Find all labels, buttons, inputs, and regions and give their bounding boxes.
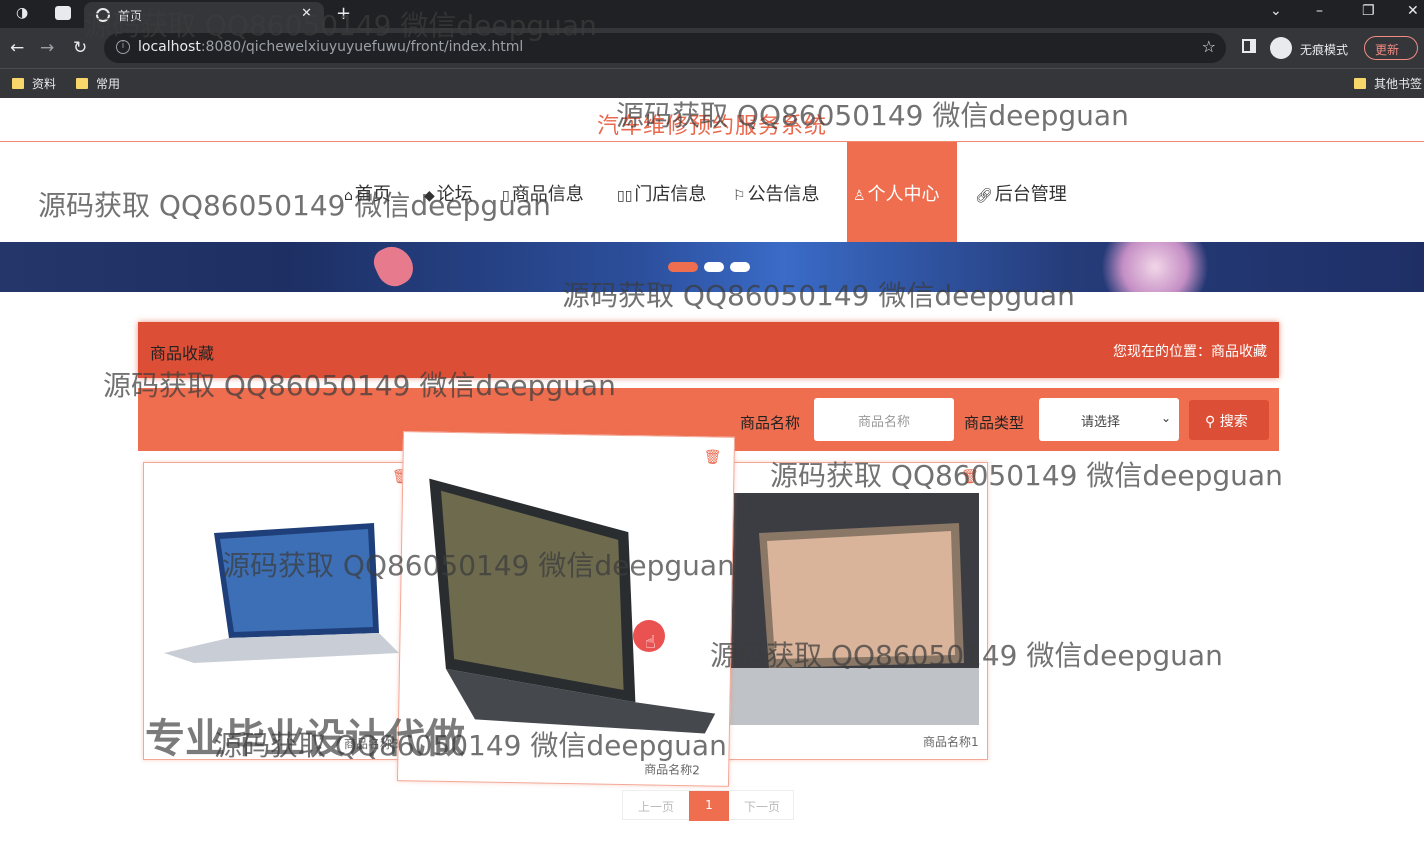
- search-icon: ⚲: [1205, 414, 1220, 430]
- product-name: 商品名称2: [644, 762, 700, 778]
- current-page[interactable]: 1: [689, 791, 729, 821]
- home-icon: ⌂: [344, 188, 353, 204]
- tab-close-icon[interactable]: ✕: [301, 6, 312, 21]
- product-card-1[interactable]: 🗑︎ 商品名称1: [724, 462, 988, 760]
- graduation-icon: ◆: [424, 188, 435, 204]
- forward-icon[interactable]: →: [40, 38, 54, 58]
- trash-icon[interactable]: 🗑︎: [961, 469, 979, 485]
- pagination: 上一页 1 下一页: [622, 790, 795, 821]
- product-image: [429, 478, 716, 734]
- banner-decoration: [369, 242, 419, 292]
- browser-logo-icon: ◑: [16, 5, 29, 21]
- tab-title: 首页: [118, 9, 143, 23]
- address-bar-row: ← → ↻ i localhost:8080/qichewelxiuyuyuef…: [0, 28, 1424, 68]
- browser-tab-bar: ◑ 首页 ✕ + ⌄ – ❐ ✕: [0, 0, 1424, 28]
- bookmark-folder-changyong[interactable]: 常用: [76, 75, 120, 92]
- bookmarks-bar: 资料 常用 其他书签: [0, 68, 1424, 98]
- update-button[interactable]: 更新: [1364, 36, 1418, 60]
- document-icon: ▯: [502, 188, 510, 204]
- nav-home[interactable]: ⌂ 首页: [344, 180, 391, 206]
- book-icon: ▯▯: [617, 188, 633, 204]
- prev-page-button[interactable]: 上一页: [623, 791, 689, 821]
- link-icon: 🔗︎: [975, 188, 993, 204]
- site-info-icon[interactable]: i: [116, 40, 130, 54]
- bookmark-folder-other[interactable]: 其他书签: [1354, 75, 1422, 92]
- hand-cursor-icon: ☝: [645, 632, 656, 653]
- type-select[interactable]: 请选择 ⌄: [1039, 398, 1179, 441]
- minimize-icon[interactable]: –: [1316, 3, 1323, 19]
- url-text[interactable]: localhost:8080/qichewelxiuyuyuefuwu/fron…: [138, 39, 523, 55]
- type-label: 商品类型: [964, 414, 1025, 432]
- name-search-input[interactable]: 商品名称: [814, 398, 954, 441]
- restore-icon[interactable]: ❐: [1362, 3, 1375, 19]
- new-tab-icon[interactable]: +: [336, 3, 351, 24]
- user-icon: ♙: [853, 188, 866, 204]
- folder-icon: [1354, 78, 1366, 89]
- trash-icon[interactable]: 🗑︎: [704, 449, 722, 465]
- nav-admin[interactable]: 🔗︎ 后台管理: [975, 180, 1067, 206]
- nav-notices[interactable]: ⚐ 公告信息: [733, 180, 820, 206]
- site-header: 汽车维修预约服务系统: [0, 98, 1424, 142]
- close-window-icon[interactable]: ✕: [1407, 3, 1419, 19]
- product-name: 商品名称1: [923, 735, 979, 749]
- chevron-down-icon: ⌄: [1160, 411, 1171, 425]
- back-icon[interactable]: ←: [10, 38, 24, 58]
- incognito-label: 无痕模式: [1300, 43, 1349, 57]
- tab-favicon-icon: [96, 8, 110, 22]
- nav-products[interactable]: ▯ 商品信息: [502, 180, 584, 206]
- banner-glow: [1100, 242, 1210, 292]
- incognito-icon[interactable]: [1270, 37, 1292, 59]
- omnibox[interactable]: i localhost:8080/qichewelxiuyuyuefuwu/fr…: [104, 33, 1226, 63]
- main-nav: ⌂ 首页 ◆ 论坛 ▯ 商品信息 ▯▯ 门店信息 ⚐ 公告信息 ♙ 个人中心 🔗︎ 后台管理: [0, 142, 1424, 242]
- nav-personal-center[interactable]: ♙ 个人中心: [847, 142, 957, 242]
- search-button[interactable]: ⚲ 搜索: [1189, 400, 1269, 440]
- breadcrumb: 商品收藏 您现在的位置：商品收藏: [138, 322, 1279, 378]
- tab-overview-icon[interactable]: [55, 6, 71, 20]
- reload-icon[interactable]: ↻: [73, 38, 87, 58]
- carousel-banner: [0, 242, 1424, 292]
- bookmark-star-icon[interactable]: ☆: [1202, 37, 1216, 56]
- folder-icon: [12, 78, 24, 89]
- flag-icon: ⚐: [733, 188, 746, 204]
- tab-search-icon[interactable]: ⌄: [1270, 3, 1282, 19]
- nav-forum[interactable]: ◆ 论坛: [424, 180, 473, 206]
- browser-tab[interactable]: 首页 ✕: [84, 2, 324, 28]
- breadcrumb-position: 您现在的位置：商品收藏: [1113, 344, 1267, 360]
- name-label: 商品名称: [740, 414, 801, 432]
- side-panel-icon[interactable]: [1242, 39, 1256, 53]
- carousel-dot-2[interactable]: [704, 262, 724, 272]
- bookmark-folder-ziliao[interactable]: 资料: [12, 75, 56, 92]
- page-title: 商品收藏: [150, 344, 215, 363]
- product-image: [164, 523, 399, 663]
- big-watermark: 专业毕业设计代做: [145, 716, 465, 762]
- site-title: 汽车维修预约服务系统: [596, 114, 827, 139]
- folder-icon: [76, 78, 88, 89]
- carousel-dot-3[interactable]: [730, 262, 750, 272]
- nav-stores[interactable]: ▯▯ 门店信息: [617, 180, 706, 206]
- next-page-button[interactable]: 下一页: [729, 791, 795, 821]
- product-image: [729, 493, 979, 725]
- carousel-dot-1[interactable]: [668, 262, 698, 272]
